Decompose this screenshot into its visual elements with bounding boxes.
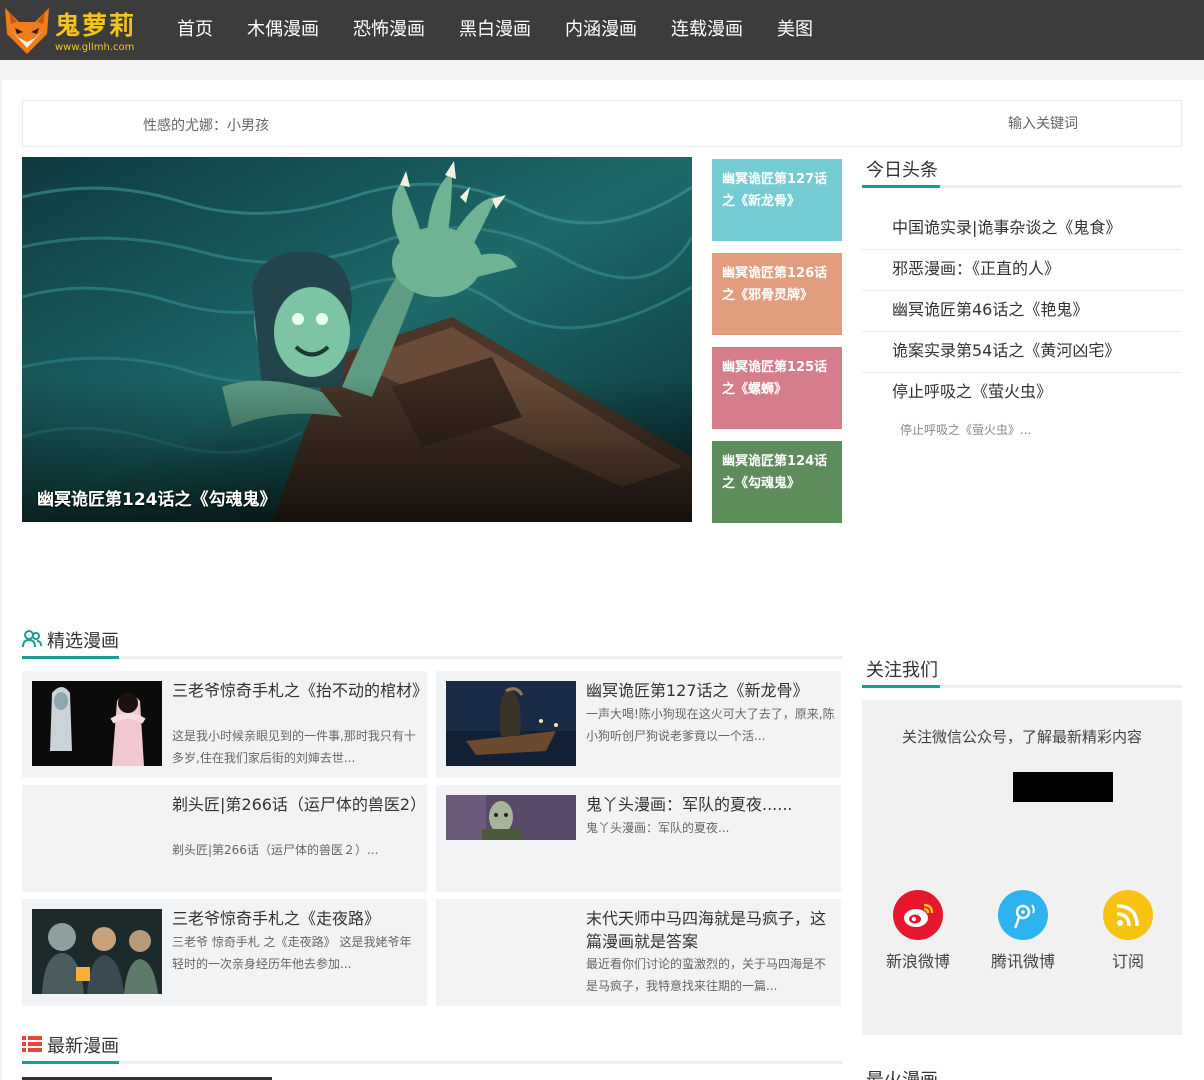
comic-card[interactable]: 三老爷惊奇手札之《走夜路》 三老爷 惊奇手札 之《走夜路》 这是我姥爷年轻时的一… — [22, 899, 427, 1006]
follow-text: 关注微信公众号，了解最新精彩内容 — [901, 728, 1142, 746]
latest-section-title: 最新漫画 — [47, 1036, 119, 1057]
rss-icon — [1103, 890, 1153, 940]
list-icon — [22, 1036, 42, 1052]
comic-title: 鬼丫头漫画：军队的夏夜...... — [586, 795, 793, 814]
search-input[interactable] — [923, 109, 1163, 139]
comic-title: 剃头匠|第266话（运尸体的兽医2） — [172, 795, 427, 814]
comic-card[interactable]: 三老爷惊奇手札之《抬不动的棺材》 这是我小时候亲眼见到的一件事,那时我只有十多岁… — [22, 671, 429, 778]
section-divider — [862, 185, 1182, 188]
hero-slide[interactable]: 幽冥诡匠第124话之《勾魂鬼》 — [22, 157, 692, 522]
comic-card[interactable]: 剃头匠|第266话（运尸体的兽医2） 剃头匠|第266话（运尸体的兽医２）... — [22, 785, 427, 892]
side-tile[interactable]: 幽冥诡匠第127话之《新龙骨》 — [712, 159, 842, 241]
section-divider — [22, 1061, 842, 1064]
nav-bw-comics[interactable]: 黑白漫画 — [442, 0, 548, 60]
hottest-section-title: 最火漫画 — [866, 1066, 938, 1080]
comic-desc: 这是我小时候亲眼见到的一件事,那时我只有十多岁,住在我们家后街的刘婶去世... — [172, 729, 416, 765]
comic-thumbnail — [446, 795, 576, 840]
wechat-qr-code — [1013, 772, 1113, 802]
follow-box: 关注微信公众号，了解最新精彩内容 新浪微博 腾讯微博 订阅 — [862, 700, 1182, 1035]
comic-title: 三老爷惊奇手札之《走夜路》 — [172, 909, 381, 928]
main-nav: 首页 木偶漫画 恐怖漫画 黑白漫画 内涵漫画 连载漫画 美图 — [160, 0, 830, 60]
featured-section-title: 精选漫画 — [47, 631, 119, 652]
comic-card[interactable]: 鬼丫头漫画：军队的夏夜...... 鬼丫头漫画：军队的夏夜... — [436, 785, 841, 892]
notice-bar: 性感的尤娜：小男孩 — [22, 100, 1182, 147]
headline-item[interactable]: 邪恶漫画：《正直的人》 — [862, 250, 1182, 291]
comic-desc: 一声大喝!陈小狗现在这火可大了去了，原来,陈小狗听创尸狗说老爹竟以一个活... — [586, 707, 835, 743]
section-divider — [22, 656, 842, 659]
tencent-weibo-icon — [998, 890, 1048, 940]
comic-desc: 鬼丫头漫画：军队的夏夜... — [586, 821, 730, 835]
comic-title: 末代天师中马四海就是马疯子，这篇漫画就是答案 — [586, 909, 827, 951]
side-tile[interactable]: 幽冥诡匠第124话之《勾魂鬼》 — [712, 441, 842, 523]
nav-horror-comics[interactable]: 恐怖漫画 — [336, 0, 442, 60]
comic-desc: 最近看你们讨论的蛮激烈的，关于马四海是不是马疯子，我特意找来往期的一篇... — [586, 957, 827, 993]
today-headlines-title: 今日头条 — [866, 160, 938, 181]
section-divider — [862, 685, 1182, 688]
social-label: 订阅 — [1111, 952, 1144, 971]
social-label: 腾讯微博 — [990, 952, 1055, 971]
site-logo[interactable]: 鬼萝莉 www.gllmh.com — [3, 4, 153, 56]
nav-serial-comics[interactable]: 连载漫画 — [654, 0, 760, 60]
comic-thumbnail — [32, 909, 162, 994]
section-accent — [862, 685, 940, 688]
rss-subscribe-link[interactable]: 订阅 — [1088, 890, 1168, 972]
logo-title: 鬼萝莉 — [55, 11, 137, 40]
nav-pictures[interactable]: 美图 — [760, 0, 830, 60]
section-accent — [862, 185, 940, 188]
hero-image — [22, 157, 692, 522]
side-tile[interactable]: 幽冥诡匠第125话之《螺蛳》 — [712, 347, 842, 429]
headline-item[interactable]: 幽冥诡匠第46话之《艳鬼》 — [862, 291, 1182, 332]
social-label: 新浪微博 — [885, 952, 950, 971]
nav-puppet-comics[interactable]: 木偶漫画 — [230, 0, 336, 60]
fox-logo-icon — [5, 8, 49, 54]
comic-card[interactable]: 幽冥诡匠第127话之《新龙骨》 一声大喝!陈小狗现在这火可大了去了，原来,陈小狗… — [436, 671, 841, 778]
headline-item[interactable]: 停止呼吸之《萤火虫》 — [862, 373, 1182, 414]
sina-weibo-link[interactable]: 新浪微博 — [878, 890, 958, 972]
comic-desc: 剃头匠|第266话（运尸体的兽医２）... — [172, 843, 379, 857]
comic-desc: 三老爷 惊奇手札 之《走夜路》 这是我姥爷年轻时的一次亲身经历年他去参加... — [172, 935, 412, 971]
comic-title: 三老爷惊奇手札之《抬不动的棺材》 — [172, 681, 429, 700]
comic-title: 幽冥诡匠第127话之《新龙骨》 — [586, 681, 809, 700]
tencent-weibo-link[interactable]: 腾讯微博 — [983, 890, 1063, 972]
headline-item[interactable]: 中国诡实录|诡事杂谈之《鬼食》 — [862, 209, 1182, 250]
top-navigation-bar: 鬼萝莉 www.gllmh.com 首页 木偶漫画 恐怖漫画 黑白漫画 内涵漫画… — [0, 0, 1204, 60]
logo-url: www.gllmh.com — [55, 42, 135, 53]
notice-link[interactable]: 性感的尤娜：小男孩 — [143, 115, 269, 135]
side-tile[interactable]: 幽冥诡匠第126话之《邪骨灵牌》 — [712, 253, 842, 335]
nav-home[interactable]: 首页 — [160, 0, 230, 60]
comic-thumbnail — [32, 681, 162, 766]
headline-item[interactable]: 诡案实录第54话之《黄河凶宅》 — [862, 332, 1182, 373]
comic-thumbnail — [446, 681, 576, 766]
comic-card[interactable]: 末代天师中马四海就是马疯子，这篇漫画就是答案 最近看你们讨论的蛮激烈的，关于马四… — [436, 899, 841, 1006]
nav-subtle-comics[interactable]: 内涵漫画 — [548, 0, 654, 60]
follow-us-title: 关注我们 — [866, 660, 938, 681]
hero-caption: 幽冥诡匠第124话之《勾魂鬼》 — [37, 490, 277, 510]
weibo-icon — [893, 890, 943, 940]
section-accent — [22, 656, 119, 659]
section-accent — [22, 1061, 119, 1064]
headline-summary: 停止呼吸之《萤火虫》... — [900, 423, 1032, 437]
users-icon — [22, 630, 42, 648]
